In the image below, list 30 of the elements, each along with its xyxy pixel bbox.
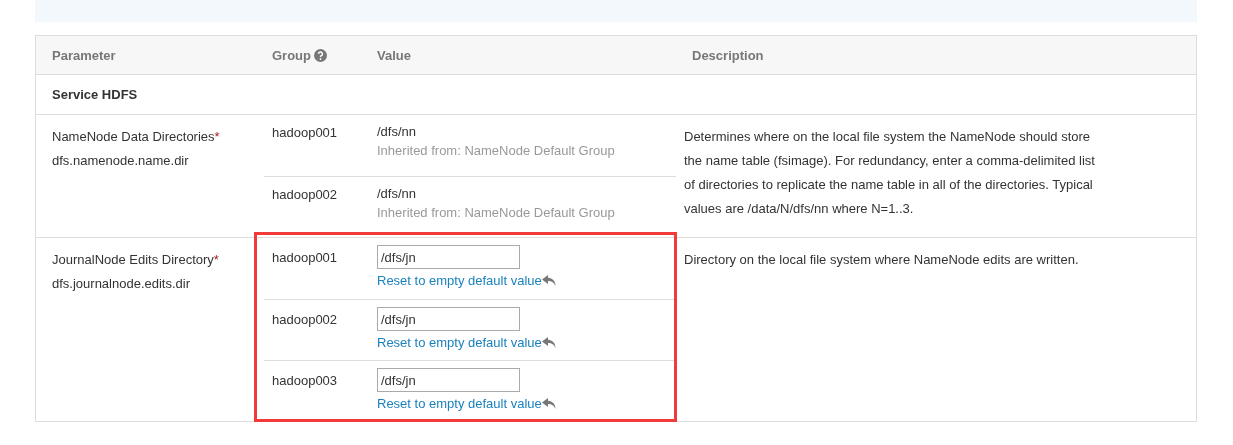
value-input[interactable]: /dfs/jn xyxy=(377,245,520,269)
column-header: Value xyxy=(377,47,411,63)
value-text: /dfs/nn xyxy=(377,186,417,201)
inherited-note: Inherited from: NameNode Default Group xyxy=(377,143,615,158)
parameter-name: NameNode Data Directories* xyxy=(52,128,221,146)
group-name: hadoop001 xyxy=(271,124,339,140)
parameter-name: JournalNode Edits Directory* xyxy=(52,251,220,269)
group-name: hadoop003 xyxy=(271,372,339,388)
group-name: hadoop002 xyxy=(271,186,339,202)
value-input[interactable]: /dfs/jn xyxy=(377,307,520,331)
group-name: hadoop002 xyxy=(271,311,339,327)
description-text: Determines where on the local file system the NameNode should store the name table (fsimage). For redundancy, enter a comma-delimited list of directories to replicate the name table in all of the directories. Typical values are /data/N/dfs/nn where N=1..3. xyxy=(683,128,1096,218)
column-header: Parameter xyxy=(52,47,116,63)
undo-icon xyxy=(541,274,557,287)
parameter-key: dfs.namenode.name.dir xyxy=(52,149,240,173)
reset-link[interactable]: Reset to empty default value xyxy=(377,273,557,288)
reset-link[interactable]: Reset to empty default value xyxy=(377,396,557,411)
column-header: Description xyxy=(692,47,764,63)
description-text: Directory on the local file system where NameNode edits are written. xyxy=(683,251,1080,269)
group-name: hadoop001 xyxy=(271,249,339,265)
reset-link[interactable]: Reset to empty default value xyxy=(377,335,557,350)
column-header: Group xyxy=(272,47,311,63)
help-icon[interactable] xyxy=(314,48,327,62)
value-input[interactable]: /dfs/jn xyxy=(377,368,520,392)
parameter-key: dfs.journalnode.edits.dir xyxy=(52,272,240,296)
inherited-note: Inherited from: NameNode Default Group xyxy=(377,205,615,220)
value-text: /dfs/nn xyxy=(377,124,417,139)
section-title: Service HDFS xyxy=(36,75,1196,115)
undo-icon xyxy=(541,397,557,410)
undo-icon xyxy=(541,336,557,349)
